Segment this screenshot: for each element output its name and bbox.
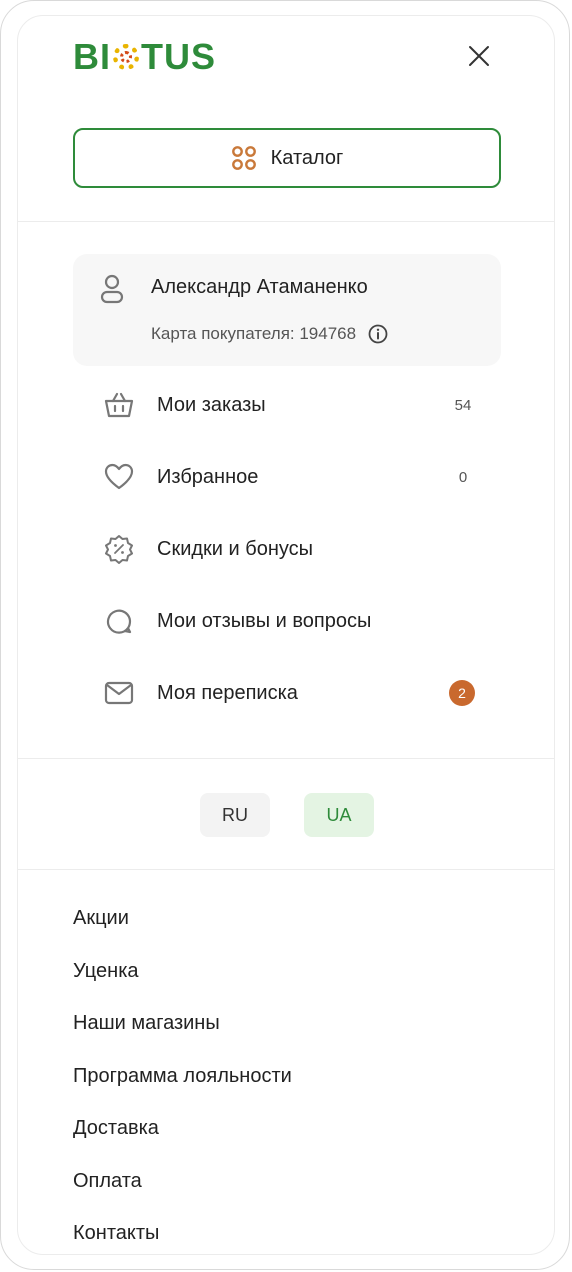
grid-icon [231,146,256,170]
mobile-menu-panel: BI TUS Каталог Александр Атаманенко Карта… [17,15,555,1255]
link-promotions[interactable]: Акции [73,907,129,930]
biotus-logo[interactable]: BI TUS [73,36,216,77]
menu-item-favorites[interactable]: Избранное 0 [73,449,501,505]
link-contacts[interactable]: Контакты [73,1222,159,1245]
language-ru-button[interactable]: RU [200,793,270,837]
link-delivery[interactable]: Доставка [73,1117,159,1140]
menu-item-messages[interactable]: Моя переписка 2 [73,665,501,721]
user-icon [100,274,124,304]
menu-item-orders[interactable]: Мои заказы 54 [73,377,501,433]
language-ua-button[interactable]: UA [304,793,374,837]
close-icon[interactable] [467,44,491,68]
logo-o-icon [113,44,139,70]
link-our-stores[interactable]: Наши магазины [73,1012,220,1035]
menu-item-label: Избранное [157,465,259,488]
user-profile-card[interactable]: Александр Атаманенко Карта покупателя: 1… [73,254,501,366]
divider [18,221,554,222]
loyalty-card-number: Карта покупателя: 194768 [151,324,388,344]
logo-text-end: TUS [141,36,216,77]
info-icon[interactable] [368,324,388,344]
menu-item-reviews[interactable]: Мои отзывы и вопросы [73,593,501,649]
unread-badge: 2 [449,680,475,706]
menu-item-label: Мои отзывы и вопросы [157,609,372,632]
orders-count: 54 [454,396,472,414]
menu-item-label: Моя переписка [157,681,298,704]
link-payment[interactable]: Оплата [73,1170,142,1193]
divider [18,758,554,759]
catalog-button[interactable]: Каталог [73,128,501,188]
basket-icon [104,392,134,418]
heart-icon [104,463,134,490]
link-loyalty-program[interactable]: Программа лояльности [73,1065,292,1088]
divider [18,869,554,870]
link-markdown[interactable]: Уценка [73,960,139,983]
menu-item-label: Мои заказы [157,393,266,416]
mail-icon [104,681,134,705]
loyalty-card-text: Карта покупателя: 194768 [151,324,357,343]
discount-icon [105,535,133,564]
catalog-label: Каталог [270,146,344,169]
favorites-count: 0 [458,468,468,486]
logo-text-start: BI [73,36,111,77]
user-name: Александр Атаманенко [151,276,368,298]
chat-icon [106,609,132,634]
device-frame: BI TUS Каталог Александр Атаманенко Карта… [0,0,570,1270]
menu-item-discounts[interactable]: Скидки и бонусы [73,521,501,577]
menu-item-label: Скидки и бонусы [157,537,314,560]
